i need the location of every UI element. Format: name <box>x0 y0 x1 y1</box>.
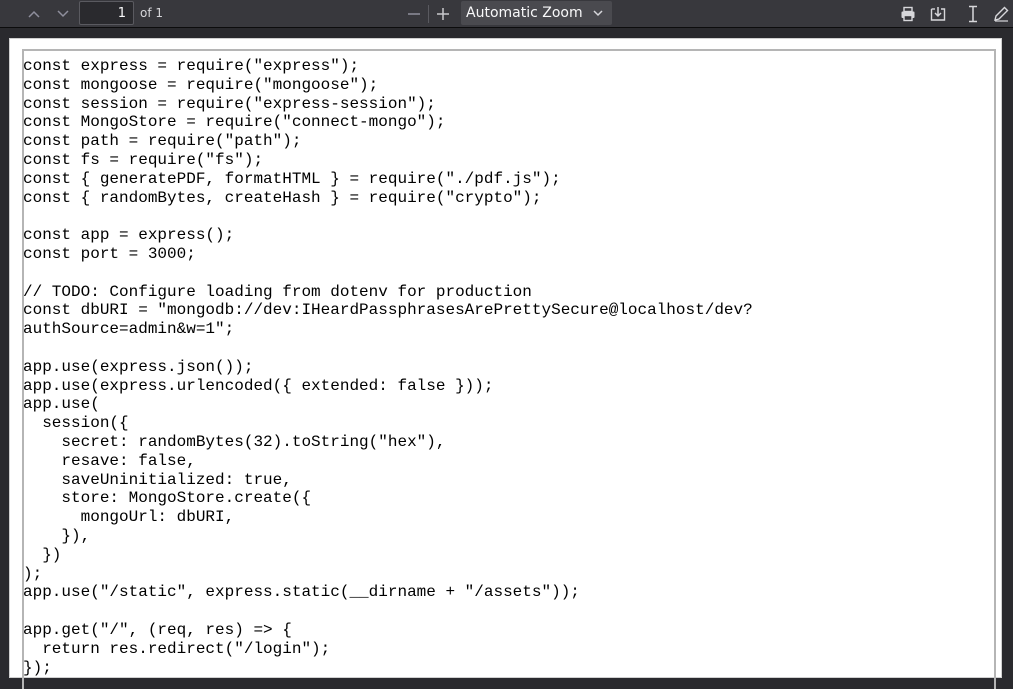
chevron-down-icon <box>57 9 69 17</box>
printer-icon <box>901 6 915 21</box>
code-line: }), <box>23 526 91 545</box>
minus-icon <box>408 12 420 15</box>
code-line: const fs = require("fs"); <box>23 150 264 169</box>
code-line: const mongoose = require("mongoose"); <box>23 75 379 94</box>
text-select-button[interactable] <box>960 2 986 25</box>
code-line: app.use("/static", express.static(__dirn… <box>23 583 580 602</box>
code-line: const express = require("express"); <box>23 57 360 75</box>
code-line: const { randomBytes, createHash } = requ… <box>23 188 542 207</box>
code-line: }); <box>23 658 52 677</box>
code-line: session({ <box>23 414 129 433</box>
text-cursor-icon <box>969 5 977 22</box>
code-line: resave: false, <box>23 451 196 470</box>
download-icon <box>930 6 946 21</box>
page-count-label: of 1 <box>140 6 164 20</box>
code-line: secret: randomBytes(32).toString("hex"), <box>23 432 446 451</box>
code-line: const session = require("express-session… <box>23 94 436 113</box>
code-line: app.use(express.json()); <box>23 357 254 376</box>
code-line: return res.redirect("/login"); <box>23 639 331 658</box>
print-button[interactable] <box>895 2 921 25</box>
code-line: const path = require("path"); <box>23 132 302 151</box>
code-line: store: MongoStore.create({ <box>23 489 312 508</box>
zoom-select[interactable]: Automatic Zoom <box>461 1 612 25</box>
code-line: saveUninitialized: true, <box>23 470 292 489</box>
code-line: const dbURI = "mongodb://dev:IHeardPassp… <box>23 301 753 320</box>
code-line: ); <box>23 564 43 583</box>
code-line: app.use(express.urlencoded({ extended: f… <box>23 376 494 395</box>
next-page-button[interactable] <box>50 2 76 25</box>
plus-icon <box>437 7 449 20</box>
pencil-icon <box>994 6 1009 22</box>
code-line: }) <box>23 545 62 564</box>
code-listing: const express = require("express"); const… <box>23 57 753 677</box>
code-line: app.get("/", (req, res) => { <box>23 620 292 639</box>
zoom-in-button[interactable] <box>430 2 456 25</box>
code-line: const port = 3000; <box>23 244 196 263</box>
code-line: const MongoStore = require("connect-mong… <box>23 113 446 132</box>
previous-page-button[interactable] <box>21 2 47 25</box>
code-line: authSource=admin&w=1"; <box>23 320 235 339</box>
pdf-toolbar: of 1 Automatic Zoom <box>0 0 1013 28</box>
code-line: mongoUrl: dbURI, <box>23 508 235 527</box>
chevron-down-icon <box>593 10 603 17</box>
chevron-up-icon <box>28 10 40 18</box>
zoom-out-button[interactable] <box>401 2 427 25</box>
draw-button[interactable] <box>988 2 1013 25</box>
zoom-select-value: Automatic Zoom <box>466 5 583 21</box>
zoom-divider <box>428 5 429 23</box>
code-line: // TODO: Configure loading from dotenv f… <box>23 282 532 301</box>
document-viewer[interactable]: const express = require("express"); const… <box>0 28 1013 689</box>
page-number-input[interactable] <box>79 1 134 25</box>
code-line: app.use( <box>23 395 100 414</box>
save-button[interactable] <box>925 2 951 25</box>
code-line: const { generatePDF, formatHTML } = requ… <box>23 169 561 188</box>
code-line: const app = express(); <box>23 226 235 245</box>
